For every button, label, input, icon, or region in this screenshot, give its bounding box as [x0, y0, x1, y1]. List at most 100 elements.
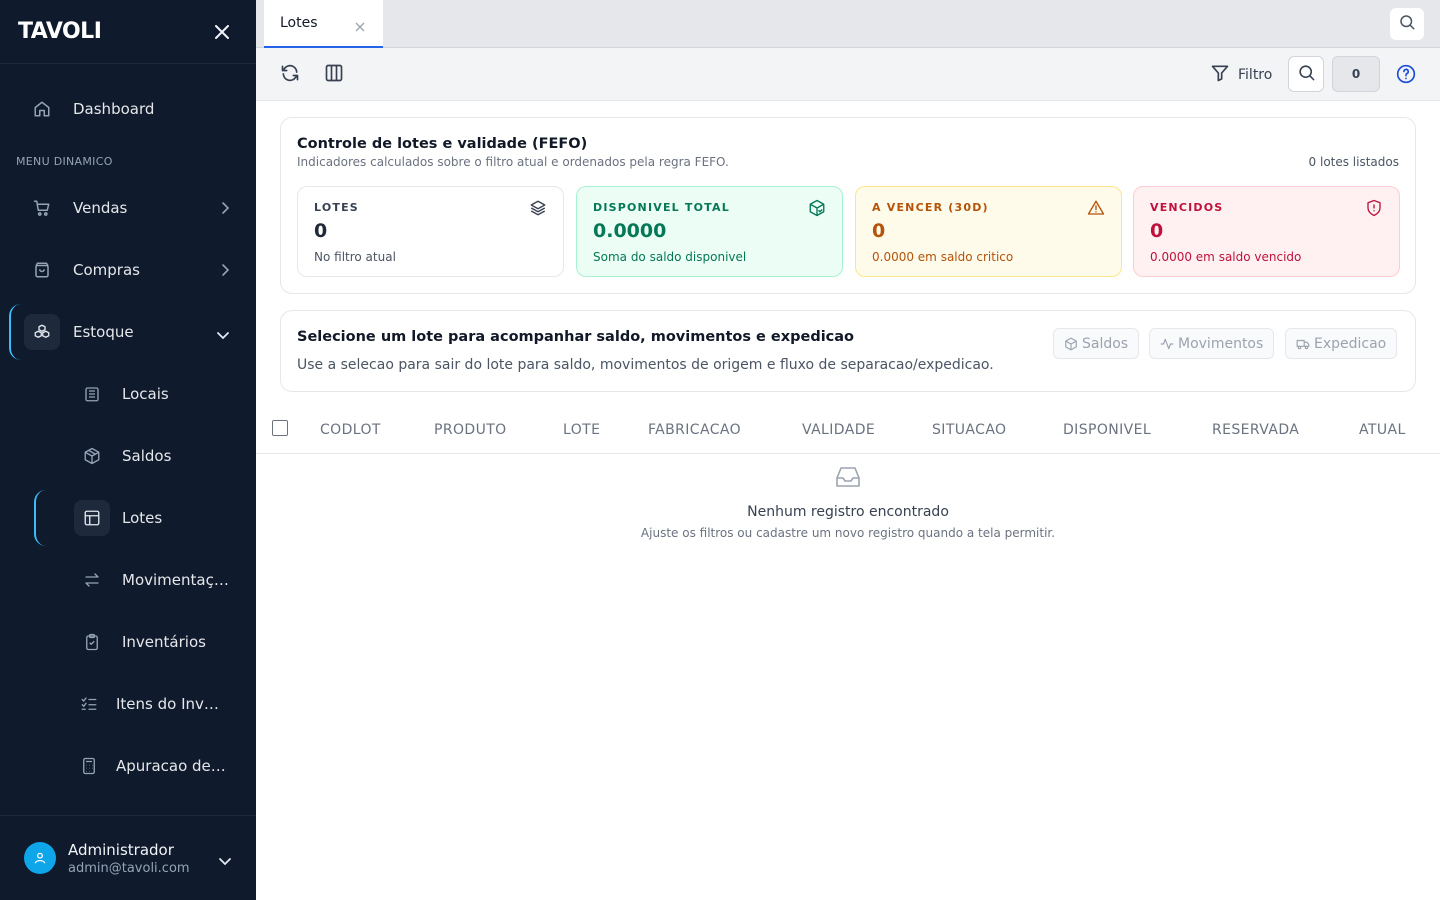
layers-icon — [529, 199, 547, 217]
package-check-icon — [808, 199, 826, 217]
avatar — [24, 842, 56, 874]
search-button[interactable] — [1288, 56, 1324, 92]
kpi-subtext: 0.0000 em saldo vencido — [1150, 250, 1302, 264]
chevron-down-icon — [216, 325, 230, 344]
activity-icon — [1160, 338, 1174, 349]
sidebar-subitem-movimentacoes[interactable]: Movimentações — [74, 558, 244, 602]
sidebar-item-label: Compras — [73, 261, 140, 279]
toolbar: Filtro 0 — [256, 48, 1440, 101]
kpi-value: 0.0000 — [593, 220, 667, 242]
building-icon — [74, 376, 110, 412]
column-header-codlot[interactable]: CODLOT — [320, 422, 381, 438]
user-menu[interactable]: Administrador admin@tavoli.com — [0, 815, 256, 900]
help-icon[interactable] — [1396, 64, 1416, 84]
columns-button[interactable] — [320, 61, 348, 89]
movimentos-label: Movimentos — [1178, 335, 1264, 352]
record-count-button[interactable]: 0 — [1332, 56, 1380, 92]
package-icon — [74, 438, 110, 474]
column-header-fabricacao[interactable]: FABRICACAO — [648, 422, 741, 438]
empty-title: Nenhum registro encontrado — [747, 504, 949, 520]
sidebar-item-dashboard[interactable]: Dashboard — [24, 87, 240, 131]
close-tab-icon[interactable] — [355, 17, 365, 36]
empty-subtitle: Ajuste os filtros ou cadastre um novo re… — [640, 526, 1056, 540]
kpi-lotes: LOTES 0 No filtro atual — [297, 186, 564, 277]
kpi-label: VENCIDOS — [1150, 201, 1224, 214]
sidebar-subitem-label: Locais — [122, 385, 169, 403]
sidebar-subitem-lotes[interactable]: Lotes — [74, 496, 244, 540]
brand-logo: TAVOLI — [18, 19, 102, 44]
movimentos-button[interactable]: Movimentos — [1149, 328, 1275, 359]
chevron-down-icon[interactable] — [218, 851, 232, 870]
sidebar-nav: Dashboard MENU DINAMICO Vendas Compras E… — [0, 64, 256, 815]
sidebar-item-compras[interactable]: Compras — [24, 248, 240, 292]
sidebar-item-label: Vendas — [73, 199, 128, 217]
shopping-bag-icon — [24, 252, 60, 288]
kpi-subtext: No filtro atual — [314, 250, 396, 264]
tab-lotes[interactable]: Lotes — [264, 0, 383, 48]
column-header-atual[interactable]: ATUAL — [1359, 422, 1406, 438]
selection-subtitle: Use a selecao para sair do lote para sal… — [297, 357, 994, 373]
sidebar-subitem-label: Movimentações — [122, 571, 234, 589]
saldos-label: Saldos — [1082, 335, 1129, 352]
lots-count: 0 lotes listados — [1308, 155, 1399, 169]
user-email: admin@tavoli.com — [68, 860, 190, 876]
sidebar-header: TAVOLI — [0, 0, 256, 64]
chevron-right-icon — [220, 262, 230, 281]
select-all-checkbox[interactable] — [272, 420, 288, 436]
kpi-value: 0 — [314, 220, 328, 242]
refresh-button[interactable] — [276, 61, 304, 89]
selection-title: Selecione um lote para acompanhar saldo,… — [297, 329, 855, 345]
column-header-validade[interactable]: VALIDADE — [802, 422, 875, 438]
cart-icon — [24, 190, 60, 226]
sidebar-subitem-label: Itens do Inventário — [116, 695, 228, 713]
shield-alert-icon — [1365, 199, 1383, 217]
sidebar-subitem-locais[interactable]: Locais — [74, 372, 244, 416]
sidebar-section-label: MENU DINAMICO — [16, 155, 113, 168]
tab-bar: Lotes — [256, 0, 1440, 48]
package-icon — [1065, 337, 1077, 350]
filter-icon — [1210, 63, 1230, 87]
sidebar-subitem-inventarios[interactable]: Inventários — [74, 620, 244, 664]
column-header-produto[interactable]: PRODUTO — [434, 422, 507, 438]
expedicao-button[interactable]: Expedicao — [1285, 328, 1398, 359]
sidebar-item-vendas[interactable]: Vendas — [24, 186, 240, 230]
kpi-vencidos: VENCIDOS 0 0.0000 em saldo vencido — [1133, 186, 1400, 277]
kpi-disponivel-total: DISPONIVEL TOTAL 0.0000 Soma do saldo di… — [576, 186, 843, 277]
truck-icon — [1296, 339, 1310, 349]
sidebar-subitem-itens-inventario[interactable]: Itens do Inventário — [74, 682, 244, 726]
summary-subtitle: Indicadores calculados sobre o filtro at… — [297, 155, 729, 169]
column-header-disponivel[interactable]: DISPONIVEL — [1063, 422, 1151, 438]
sidebar-item-label: Dashboard — [73, 100, 155, 118]
column-header-situacao[interactable]: SITUACAO — [932, 422, 1006, 438]
sidebar-item-estoque[interactable]: Estoque — [24, 310, 240, 354]
kpi-subtext: Soma do saldo disponivel — [593, 250, 747, 264]
column-header-reservada[interactable]: RESERVADA — [1212, 422, 1299, 438]
tab-label: Lotes — [280, 15, 318, 31]
saldos-button[interactable]: Saldos — [1053, 328, 1140, 359]
filter-label: Filtro — [1238, 67, 1273, 83]
lot-selection-card: Selecione um lote para acompanhar saldo,… — [280, 310, 1416, 392]
close-sidebar-icon[interactable] — [212, 22, 232, 42]
search-icon — [1398, 13, 1416, 35]
kpi-value: 0 — [1150, 220, 1164, 242]
sidebar-subitem-label: Saldos — [122, 447, 172, 465]
user-name: Administrador — [68, 840, 174, 859]
clipboard-check-icon — [74, 624, 110, 660]
sidebar-subitem-saldos[interactable]: Saldos — [74, 434, 244, 478]
table-header: CODLOT PRODUTO LOTE FABRICACAO VALIDADE … — [256, 408, 1440, 454]
arrows-swap-icon — [74, 562, 110, 598]
columns-icon — [324, 63, 344, 87]
kpi-label: LOTES — [314, 201, 359, 214]
inbox-icon — [835, 466, 861, 490]
sidebar-subitem-apuracao[interactable]: Apuracao de Custos — [74, 744, 244, 788]
filter-button[interactable]: Filtro — [1210, 62, 1272, 88]
kpi-label: DISPONIVEL TOTAL — [593, 201, 730, 214]
sidebar-subitem-label: Apuracao de Custos — [116, 757, 228, 775]
kpi-value: 0 — [872, 220, 886, 242]
sidebar: TAVOLI Dashboard MENU DINAMICO Vendas Co… — [0, 0, 256, 900]
global-search-button[interactable] — [1390, 8, 1424, 40]
active-indicator — [9, 304, 21, 360]
column-header-lote[interactable]: LOTE — [563, 422, 600, 438]
calculator-icon — [74, 748, 104, 784]
sidebar-item-label: Estoque — [73, 323, 134, 341]
